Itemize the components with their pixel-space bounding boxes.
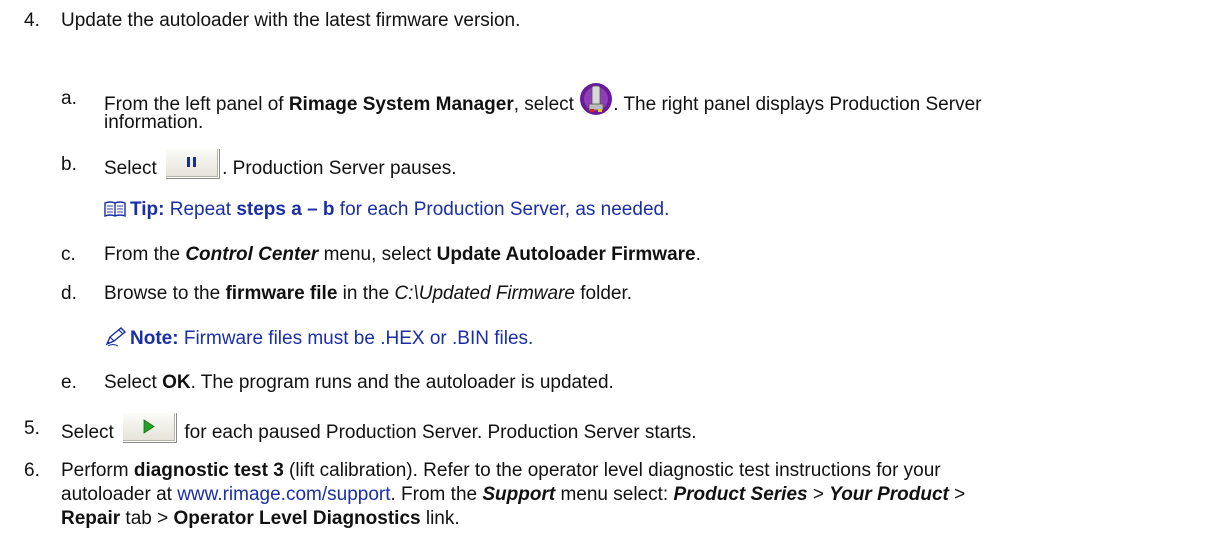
substep-d-text: folder.: [575, 283, 633, 304]
step-6-text: >: [807, 484, 830, 505]
tip-steps: steps a – b: [236, 199, 335, 220]
substep-e-line: Select OK. The program runs and the auto…: [104, 372, 614, 394]
step-6-text: tab >: [120, 508, 174, 529]
app-name: Rimage System Manager: [288, 94, 514, 116]
menu-name: Control Center: [185, 244, 319, 265]
operator-diagnostics-term: Operator Level Diagnostics: [173, 508, 421, 529]
step-6-text: autoloader at: [61, 484, 178, 505]
production-server-icon: [579, 82, 613, 116]
support-menu-name: Support: [482, 484, 556, 505]
substep-c-text: From the: [104, 244, 186, 265]
substep-d-text: in the: [337, 283, 395, 304]
ok-term: OK: [162, 372, 191, 393]
step-number: 6.: [24, 460, 40, 481]
note-text: Firmware files must be .HEX or .BIN file…: [178, 328, 534, 349]
play-button-icon: [122, 412, 177, 442]
step-6-text: menu select:: [555, 484, 674, 505]
substep-d-text: Browse to the: [104, 283, 226, 304]
pencil-icon: [104, 327, 127, 347]
repair-tab-term: Repair: [61, 508, 121, 529]
firmware-file-term: firmware file: [225, 283, 338, 304]
substep-a-text: , select: [513, 94, 580, 116]
step-6-line1: Perform diagnostic test 3 (lift calibrat…: [61, 460, 941, 482]
substep-letter: d.: [61, 283, 77, 304]
pause-button-icon: [165, 148, 220, 178]
substep-e-text: . The program runs and the autoloader is…: [190, 372, 614, 393]
step-number: 4.: [24, 10, 40, 31]
step-number: 5.: [24, 418, 40, 439]
tip-text: Repeat: [164, 199, 237, 220]
substep-letter: a.: [61, 88, 77, 109]
substep-letter: b.: [61, 154, 77, 175]
support-link[interactable]: www.rimage.com/support: [177, 484, 390, 505]
tip-callout: Tip: Repeat steps a – b for each Product…: [104, 199, 669, 221]
step-6-text: (lift calibration). Refer to the operato…: [283, 460, 941, 481]
diagnostic-test-term: diagnostic test 3: [133, 460, 284, 481]
substep-c-text: menu, select: [318, 244, 437, 265]
tip-text: for each Production Server, as needed.: [334, 199, 670, 220]
substep-c-text: .: [695, 244, 701, 265]
substep-letter: c.: [61, 244, 76, 265]
product-series-term: Product Series: [673, 484, 808, 505]
substep-a-line2: information.: [104, 112, 204, 133]
book-icon: [104, 200, 126, 218]
step-6-text: >: [948, 484, 966, 505]
step-6-text: . From the: [390, 484, 483, 505]
substep-a-line1: From the left panel of Rimage System Man…: [104, 83, 982, 122]
substep-c-line: From the Control Center menu, select Upd…: [104, 244, 701, 266]
substep-d-line: Browse to the firmware file in the C:\Up…: [104, 283, 632, 305]
tip-label: Tip:: [130, 199, 165, 220]
substep-b-line: Select . Production Server pauses.: [104, 148, 457, 184]
substep-b-text: . Production Server pauses.: [222, 158, 457, 180]
substep-letter: e.: [61, 372, 77, 393]
step-6-text: Perform: [61, 460, 134, 481]
step-6-text: link.: [420, 508, 460, 529]
step-5-text: Select: [61, 422, 120, 444]
folder-path: C:\Updated Firmware: [394, 283, 575, 304]
substep-e-text: Select: [104, 372, 163, 393]
substep-a-text: . The right panel displays Production Se…: [613, 94, 982, 116]
step-6-line2: autoloader at www.rimage.com/support. Fr…: [61, 484, 965, 506]
step-5-line: Select for each paused Production Server…: [61, 412, 697, 448]
your-product-term: Your Product: [829, 484, 949, 505]
substep-b-text: Select: [104, 158, 163, 180]
step-6-line3: Repair tab > Operator Level Diagnostics …: [61, 508, 460, 530]
note-label: Note:: [130, 328, 179, 349]
step-5-text: for each paused Production Server. Produ…: [179, 422, 697, 444]
note-callout: Note: Firmware files must be .HEX or .BI…: [104, 327, 534, 350]
step-4-text: Update the autoloader with the latest fi…: [61, 10, 521, 31]
menu-item-name: Update Autoloader Firmware: [436, 244, 696, 265]
